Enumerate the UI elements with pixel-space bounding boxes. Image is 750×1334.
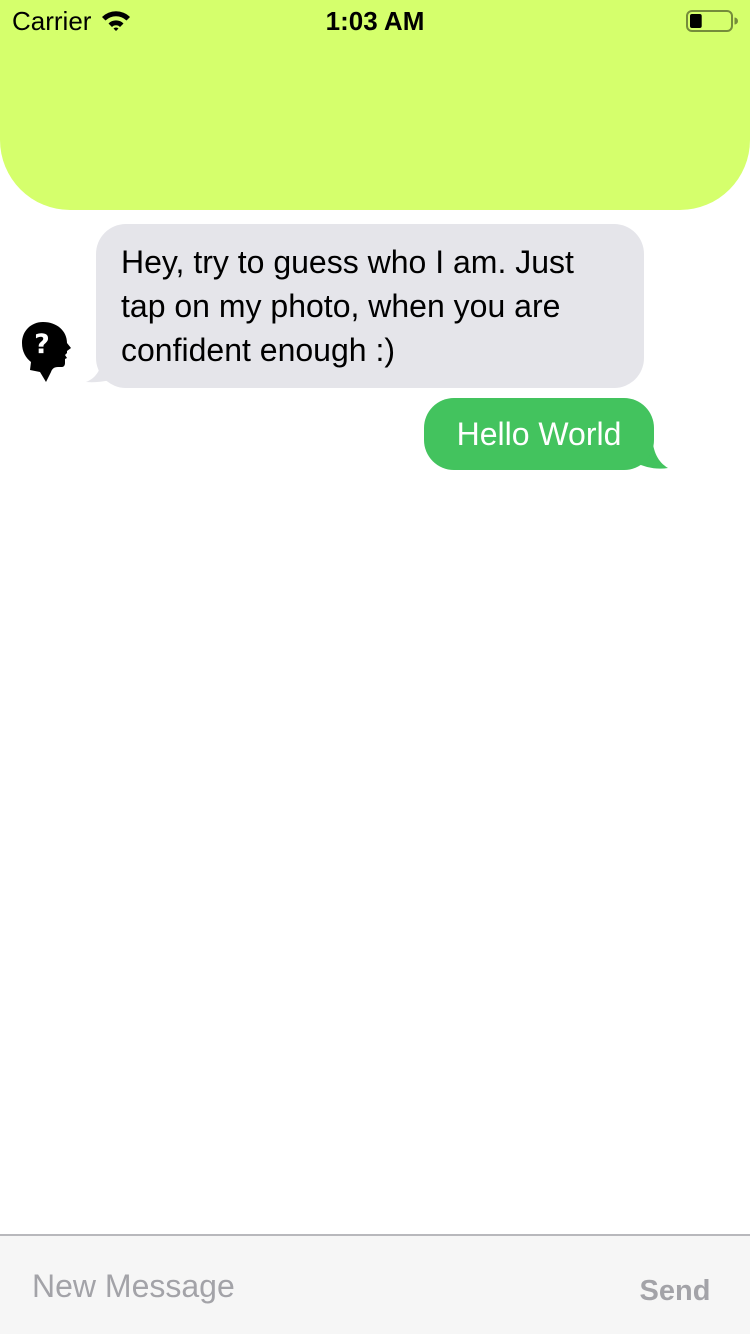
send-button[interactable]: Send <box>620 1266 730 1316</box>
incoming-message-bubble: Hey, try to guess who I am. Just tap on … <box>96 224 644 388</box>
status-bar: Carrier 1:03 AM <box>0 0 750 40</box>
new-message-input[interactable] <box>20 1256 600 1316</box>
message-list: ? Hey, try to guess who I am. Just tap o… <box>0 210 750 1234</box>
clock-label: 1:03 AM <box>325 6 425 36</box>
header-bar: Carrier 1:03 AM <box>0 0 750 210</box>
mystery-person-question-icon[interactable]: ? <box>20 320 72 384</box>
chat-screen: Carrier 1:03 AM ? Hey, try to guess who … <box>0 0 750 1334</box>
outgoing-message-bubble: Hello World <box>424 398 654 470</box>
svg-text:?: ? <box>34 329 50 360</box>
battery-icon <box>686 10 738 32</box>
message-input-bar: Send <box>0 1234 750 1334</box>
